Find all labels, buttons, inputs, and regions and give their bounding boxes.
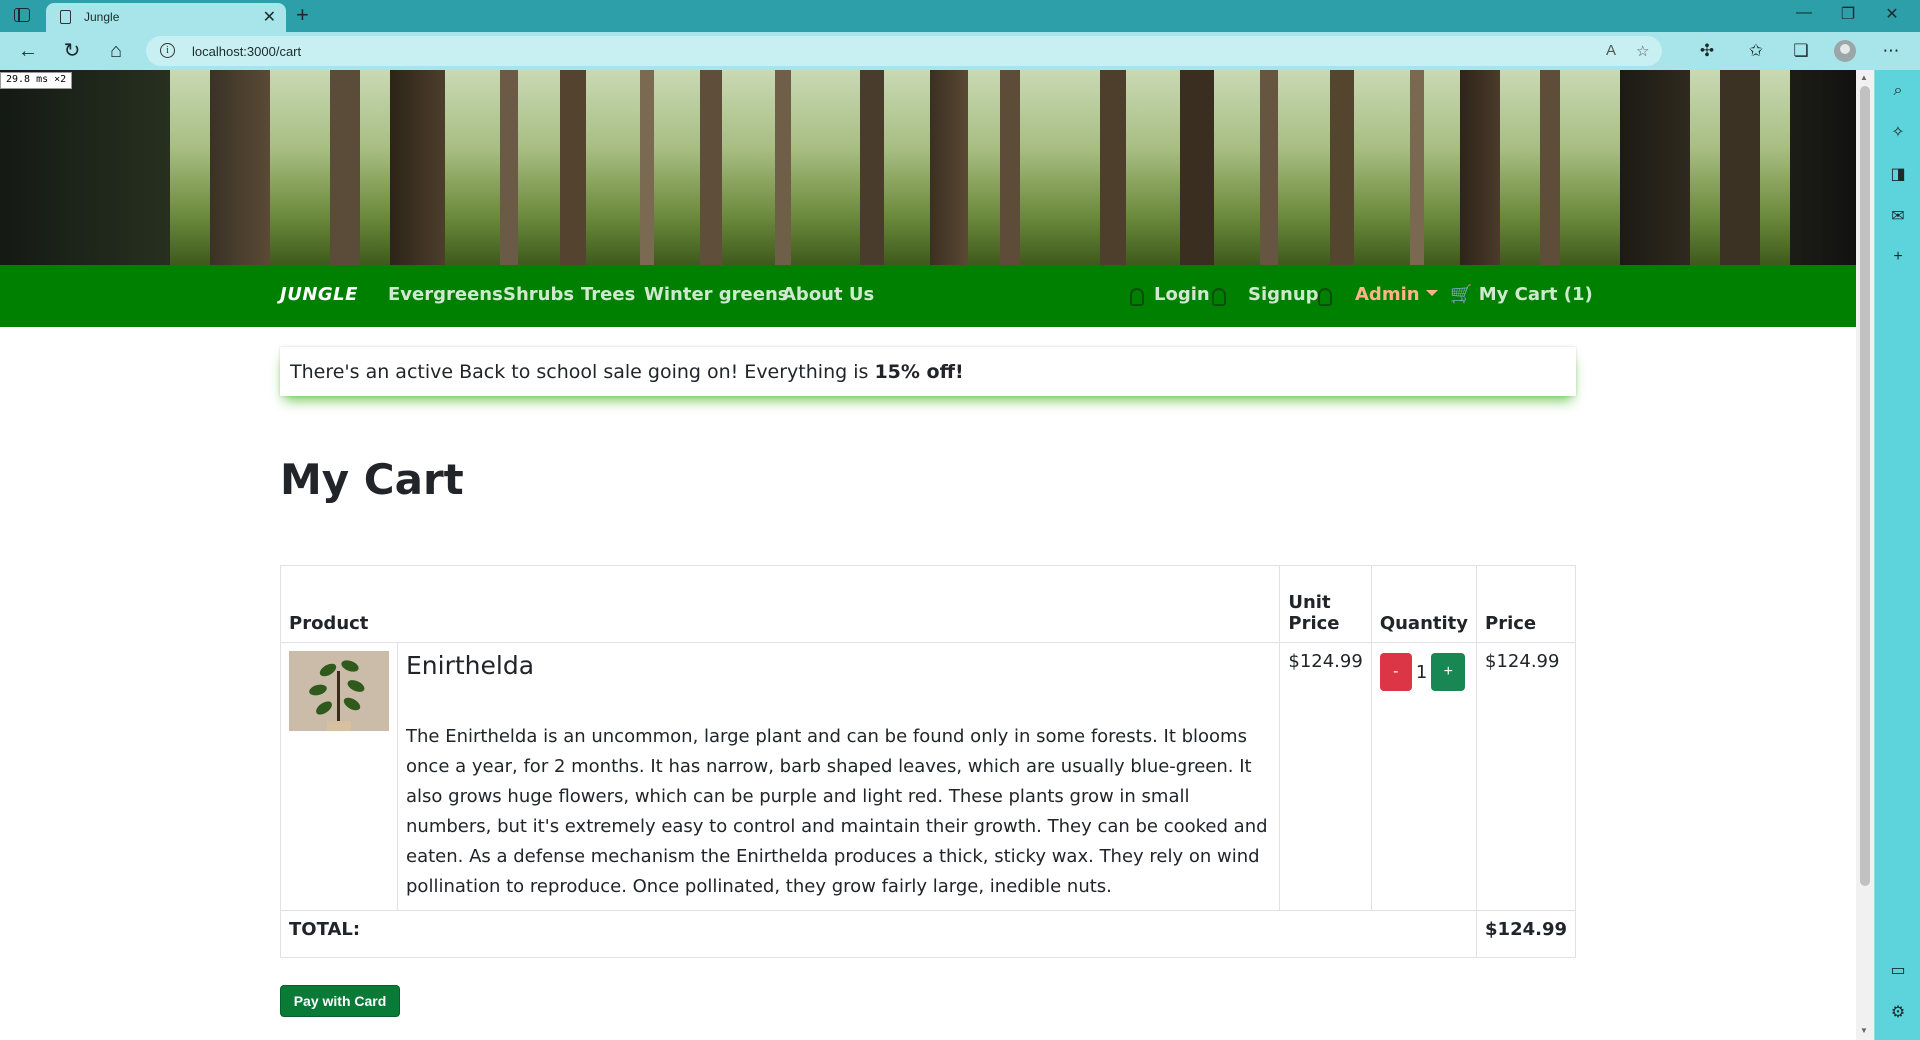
forest-hero-image bbox=[0, 70, 1856, 265]
scroll-up-icon[interactable]: ▲ bbox=[1860, 73, 1868, 82]
scroll-thumb[interactable] bbox=[1860, 86, 1870, 886]
edge-sidebar: ⌕ ✧ ◨ ✉ + ▭ ⚙ bbox=[1874, 70, 1920, 1040]
brand-logo[interactable]: JUNGLE bbox=[280, 284, 358, 305]
table-row: Enirthelda The Enirthelda is an uncommon… bbox=[280, 642, 1576, 911]
header-price: Price bbox=[1476, 565, 1576, 643]
header-unit-price-line1: Unit bbox=[1288, 592, 1331, 613]
profile-avatar[interactable] bbox=[1834, 40, 1856, 62]
new-tab-button[interactable]: + bbox=[296, 2, 309, 28]
scroll-down-icon[interactable]: ▼ bbox=[1860, 1026, 1868, 1035]
url-text[interactable]: localhost:3000/cart bbox=[192, 44, 301, 59]
site-navbar: JUNGLE Evergreens Shrubs Trees Winter gr… bbox=[0, 265, 1856, 327]
copilot-icon[interactable]: ✧ bbox=[1887, 122, 1909, 142]
tab-close-icon[interactable]: ✕ bbox=[263, 7, 276, 27]
sale-discount: 15% off! bbox=[874, 361, 964, 383]
table-header-row: Product Unit Price Quantity Price bbox=[279, 565, 1576, 643]
nav-link-shrubs[interactable]: Shrubs bbox=[503, 284, 574, 305]
page-scrollbar[interactable]: ▲ ▼ bbox=[1856, 70, 1874, 1040]
quantity-stepper: - 1 + bbox=[1379, 653, 1468, 691]
office-icon[interactable]: ◨ bbox=[1887, 164, 1909, 184]
browser-toolbar: ← ↻ ⌂ i localhost:3000/cart A ☆ ✣ ✩ ❏ ⋯ bbox=[0, 32, 1920, 70]
product-image-cell bbox=[280, 642, 398, 911]
nav-link-trees[interactable]: Trees bbox=[581, 284, 635, 305]
total-label: TOTAL: bbox=[279, 910, 1478, 958]
cart-label: My Cart (1) bbox=[1478, 284, 1593, 305]
pay-with-card-button[interactable]: Pay with Card bbox=[280, 985, 400, 1017]
browser-tab[interactable]: Jungle ✕ bbox=[46, 3, 286, 32]
product-thumbnail[interactable] bbox=[289, 651, 389, 731]
refresh-icon[interactable]: ↻ bbox=[58, 38, 86, 64]
bell-icon bbox=[1212, 287, 1226, 308]
nav-link-signup[interactable]: Signup bbox=[1248, 284, 1319, 305]
tab-actions-icon[interactable] bbox=[14, 8, 30, 22]
quantity-cell: - 1 + bbox=[1370, 642, 1478, 911]
add-sidebar-icon[interactable]: + bbox=[1887, 248, 1909, 266]
nav-link-login[interactable]: Login bbox=[1154, 284, 1210, 305]
cart-table: Product Unit Price Quantity Price Enirth… bbox=[279, 565, 1576, 958]
page-viewport: JUNGLE Evergreens Shrubs Trees Winter gr… bbox=[0, 70, 1856, 1040]
outlook-icon[interactable]: ✉ bbox=[1887, 206, 1909, 226]
bell-icon bbox=[1130, 287, 1144, 308]
quantity-value: 1 bbox=[1415, 661, 1428, 683]
total-value: $124.99 bbox=[1476, 910, 1576, 958]
header-unit-price: Unit Price bbox=[1279, 565, 1372, 643]
admin-label: Admin bbox=[1355, 284, 1420, 305]
page-title: My Cart bbox=[280, 455, 464, 504]
extensions-icon[interactable]: ✣ bbox=[1696, 41, 1718, 61]
favorite-star-icon[interactable]: ☆ bbox=[1636, 42, 1649, 60]
shopping-cart-icon: 🛒 bbox=[1450, 284, 1473, 305]
close-window-button[interactable]: ✕ bbox=[1870, 4, 1914, 24]
increase-quantity-button[interactable]: + bbox=[1431, 653, 1466, 691]
more-menu-icon[interactable]: ⋯ bbox=[1880, 41, 1902, 61]
perf-badge: 29.8 ms ×2 bbox=[0, 72, 73, 89]
address-bar[interactable]: i localhost:3000/cart A ☆ bbox=[146, 36, 1662, 66]
site-info-icon[interactable]: i bbox=[160, 43, 175, 58]
decrease-quantity-button[interactable]: - bbox=[1379, 653, 1412, 691]
read-aloud-icon[interactable]: A bbox=[1606, 42, 1616, 59]
page-icon bbox=[60, 10, 71, 24]
product-description: The Enirthelda is an uncommon, large pla… bbox=[406, 726, 1268, 897]
favorites-icon[interactable]: ✩ bbox=[1745, 41, 1767, 61]
search-icon[interactable]: ⌕ bbox=[1887, 82, 1909, 100]
collections-icon[interactable]: ❏ bbox=[1790, 41, 1812, 61]
sale-text: There's an active Back to school sale go… bbox=[290, 361, 869, 383]
caret-down-icon bbox=[1425, 290, 1438, 296]
browser-titlebar: Jungle ✕ + — ❐ ✕ bbox=[0, 0, 1920, 32]
cart-link[interactable]: 🛒 My Cart (1) bbox=[1450, 284, 1593, 305]
header-product: Product bbox=[279, 565, 1281, 643]
back-icon[interactable]: ← bbox=[14, 38, 42, 64]
product-name: Enirthelda bbox=[406, 651, 535, 680]
price-cell: $124.99 bbox=[1476, 642, 1576, 911]
minimize-button[interactable]: — bbox=[1782, 4, 1826, 22]
total-row: TOTAL: $124.99 bbox=[279, 910, 1576, 958]
sale-banner: There's an active Back to school sale go… bbox=[280, 347, 1576, 396]
settings-gear-icon[interactable]: ⚙ bbox=[1887, 1002, 1909, 1022]
tab-title: Jungle bbox=[84, 10, 120, 24]
sidebar-panel-icon[interactable]: ▭ bbox=[1887, 960, 1909, 980]
product-info-cell: Enirthelda The Enirthelda is an uncommon… bbox=[396, 642, 1281, 911]
home-icon[interactable]: ⌂ bbox=[102, 38, 130, 64]
header-unit-price-line2: Price bbox=[1288, 613, 1340, 634]
admin-dropdown[interactable]: Admin bbox=[1355, 284, 1438, 305]
unit-price-cell: $124.99 bbox=[1279, 642, 1372, 911]
header-quantity: Quantity bbox=[1370, 565, 1478, 643]
bell-icon bbox=[1318, 287, 1332, 308]
nav-link-winter-greens[interactable]: Winter greens bbox=[644, 284, 789, 305]
restore-button[interactable]: ❐ bbox=[1826, 4, 1870, 24]
nav-link-about-us[interactable]: About Us bbox=[782, 284, 874, 305]
nav-link-evergreens[interactable]: Evergreens bbox=[388, 284, 503, 305]
